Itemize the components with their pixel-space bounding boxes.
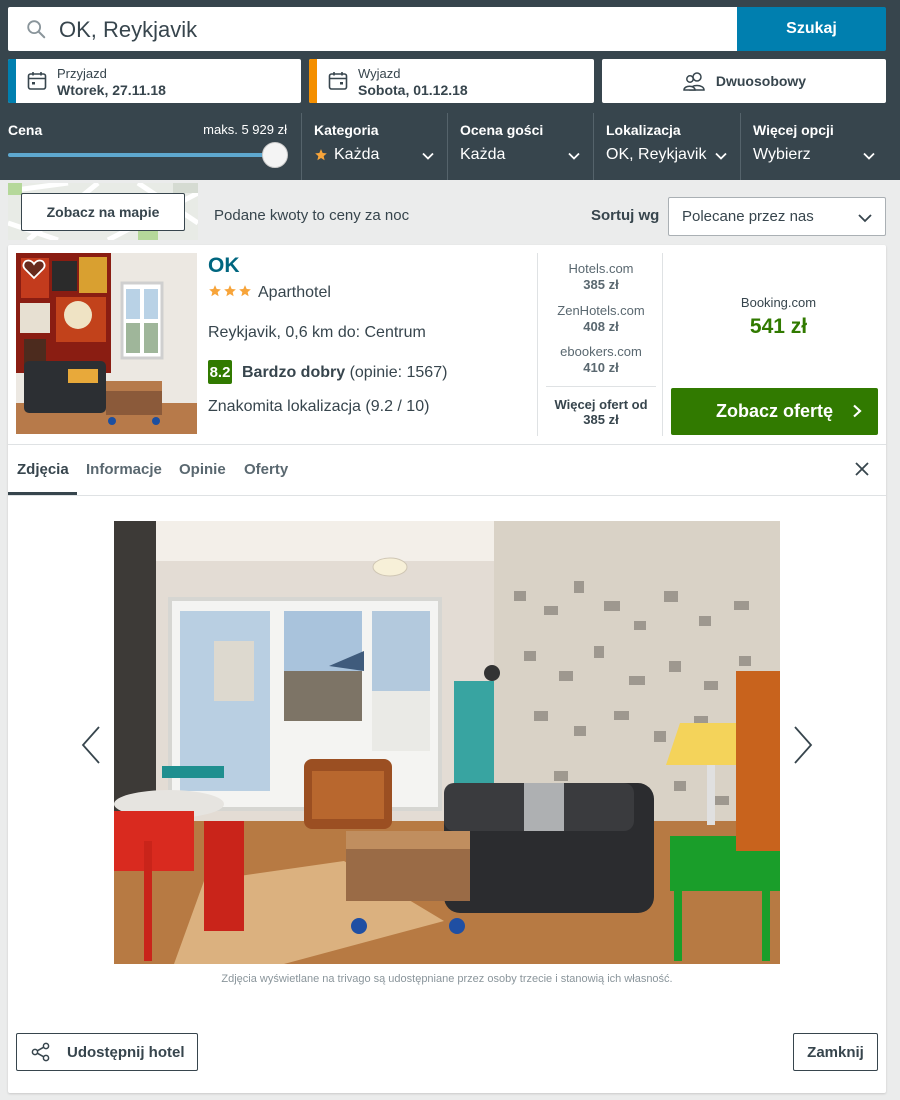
- hotel-photo-gallery: [114, 521, 780, 964]
- hotel-photo: [114, 521, 780, 964]
- rating-summary[interactable]: Bardzo dobry (opinie: 1567): [242, 364, 447, 382]
- sort-label: Sortuj wg: [591, 207, 660, 224]
- chevron-down-icon: [863, 152, 875, 160]
- hotel-name[interactable]: OK: [208, 254, 240, 278]
- photo-credit-note: Zdjęcia wyświetlane na trivago są udostę…: [221, 973, 673, 985]
- price-max-value: maks. 5 929 zł: [203, 122, 287, 137]
- more-deals-link[interactable]: Więcej ofert od 385 zł: [538, 397, 664, 427]
- guest-rating-filter-title: Ocena gości: [460, 122, 544, 138]
- calendar-icon: [27, 72, 47, 90]
- checkout-date-field[interactable]: Wyjazd Sobota, 01.12.18: [309, 59, 594, 103]
- chevron-down-icon: [715, 152, 727, 160]
- chevron-down-icon: [568, 152, 580, 160]
- guests-icon: [683, 72, 705, 91]
- sort-select[interactable]: Polecane przez nas: [668, 197, 886, 236]
- room-type-label: Dwuosobowy: [715, 73, 807, 89]
- chevron-down-icon: [858, 214, 872, 223]
- view-on-map-button[interactable]: Zobacz na mapie: [21, 193, 185, 231]
- more-deals-label: Więcej ofert od: [554, 397, 648, 412]
- rating-reviews-count: (opinie: 1567): [349, 364, 448, 381]
- close-icon[interactable]: [854, 461, 870, 477]
- chevron-down-icon: [422, 152, 434, 160]
- heart-icon[interactable]: [22, 258, 46, 280]
- deal-price: 385 zł: [583, 277, 619, 292]
- checkin-label: Przyjazd: [57, 66, 107, 81]
- hotel-stars: [208, 284, 252, 298]
- more-options-filter[interactable]: Więcej opcji Wybierz: [740, 113, 888, 180]
- sort-select-value: Polecane przez nas: [682, 208, 814, 225]
- category-filter-value: Każda: [334, 146, 380, 163]
- category-filter-value-wrap: Każda: [314, 146, 379, 164]
- guest-rating-filter[interactable]: Ocena gości Każda: [447, 113, 593, 180]
- checkout-accent-bar: [309, 59, 317, 103]
- star-icon: [239, 285, 251, 297]
- hotel-thumbnail[interactable]: [16, 253, 197, 434]
- hotel-thumbnail-image: [16, 253, 197, 434]
- best-deal-provider: Booking.com: [740, 295, 817, 310]
- price-slider-track[interactable]: [8, 153, 278, 157]
- share-hotel-button[interactable]: Udostępnij hotel: [16, 1033, 198, 1071]
- price-slider-handle[interactable]: [262, 142, 288, 168]
- price-filter: Cena maks. 5 929 zł: [8, 113, 293, 180]
- category-filter-title: Kategoria: [314, 122, 379, 138]
- more-options-filter-value: Wybierz: [753, 146, 811, 163]
- search-icon: [27, 20, 46, 39]
- star-icon: [315, 149, 327, 161]
- chevron-right-icon: [853, 404, 862, 418]
- deal-provider: ebookers.com: [560, 344, 642, 359]
- deal-item[interactable]: ebookers.com 410 zł: [538, 344, 664, 375]
- price-note: Podane kwoty to ceny za noc: [214, 207, 410, 224]
- guest-rating-filter-value: Każda: [460, 146, 506, 163]
- deal-price: 408 zł: [583, 319, 619, 334]
- best-deal-price: 541 zł: [749, 315, 808, 338]
- checkin-date-field[interactable]: Przyjazd Wtorek, 27.11.18: [8, 59, 301, 103]
- tab-info[interactable]: Informacje: [86, 461, 162, 478]
- deal-item[interactable]: ZenHotels.com 408 zł: [538, 303, 664, 334]
- more-options-filter-title: Więcej opcji: [753, 122, 834, 138]
- tab-reviews[interactable]: Opinie: [179, 461, 226, 478]
- search-query: OK, Reykjavik: [59, 17, 198, 42]
- search-input[interactable]: OK, Reykjavik: [8, 7, 738, 51]
- checkin-accent-bar: [8, 59, 16, 103]
- chevron-left-icon[interactable]: [80, 725, 102, 765]
- more-deals-price: 385 zł: [583, 412, 619, 427]
- category-filter[interactable]: Kategoria Każda: [301, 113, 447, 180]
- filter-bar: Cena maks. 5 929 zł Kategoria Każda Ocen…: [0, 113, 900, 180]
- rating-label: Bardzo dobry: [242, 364, 346, 381]
- checkin-value: Wtorek, 27.11.18: [57, 82, 166, 98]
- rating-score-badge: 8.2: [208, 360, 232, 384]
- calendar-icon: [328, 72, 348, 90]
- view-deal-label: Zobacz ofertę: [715, 401, 834, 421]
- search-button[interactable]: Szukaj: [737, 7, 886, 51]
- hotel-type: Aparthotel: [258, 284, 331, 301]
- checkout-label: Wyjazd: [358, 66, 401, 81]
- room-type-selector[interactable]: Dwuosobowy: [602, 59, 886, 103]
- location-filter[interactable]: Lokalizacja OK, Reykjavik: [593, 113, 740, 180]
- tab-deals[interactable]: Oferty: [244, 461, 288, 478]
- checkout-value: Sobota, 01.12.18: [358, 82, 468, 98]
- star-icon: [224, 285, 236, 297]
- location-filter-value: OK, Reykjavik: [606, 146, 707, 163]
- chevron-right-icon[interactable]: [792, 725, 814, 765]
- hotel-location: Reykjavik, 0,6 km do: Centrum: [208, 324, 426, 341]
- tab-photos[interactable]: Zdjęcia: [17, 461, 69, 478]
- deal-provider: ZenHotels.com: [557, 303, 645, 318]
- share-hotel-label: Udostępnij hotel: [67, 1043, 185, 1061]
- other-deals-column: Hotels.com 385 zł ZenHotels.com 408 zł e…: [537, 253, 663, 436]
- view-deal-button[interactable]: Zobacz ofertę: [671, 388, 878, 435]
- deal-price: 410 zł: [583, 360, 619, 375]
- hotel-highlight: Znakomita lokalizacja (9.2 / 10): [208, 398, 430, 415]
- deals-divider: [546, 386, 656, 387]
- hotel-detail-tabs: Zdjęcia Informacje Opinie Oferty: [8, 444, 886, 496]
- deal-item[interactable]: Hotels.com 385 zł: [538, 261, 664, 292]
- location-filter-title: Lokalizacja: [606, 122, 681, 138]
- hotel-result-card: OK Aparthotel Reykjavik, 0,6 km do: Cent…: [8, 245, 886, 1093]
- deal-provider: Hotels.com: [568, 261, 634, 276]
- share-icon: [31, 1042, 50, 1062]
- price-filter-title: Cena: [8, 122, 43, 138]
- close-button[interactable]: Zamknij: [793, 1033, 878, 1071]
- star-icon: [209, 285, 221, 297]
- active-tab-indicator: [8, 492, 77, 495]
- search-header: OK, Reykjavik Szukaj Przyjazd Wtorek, 27…: [0, 0, 900, 180]
